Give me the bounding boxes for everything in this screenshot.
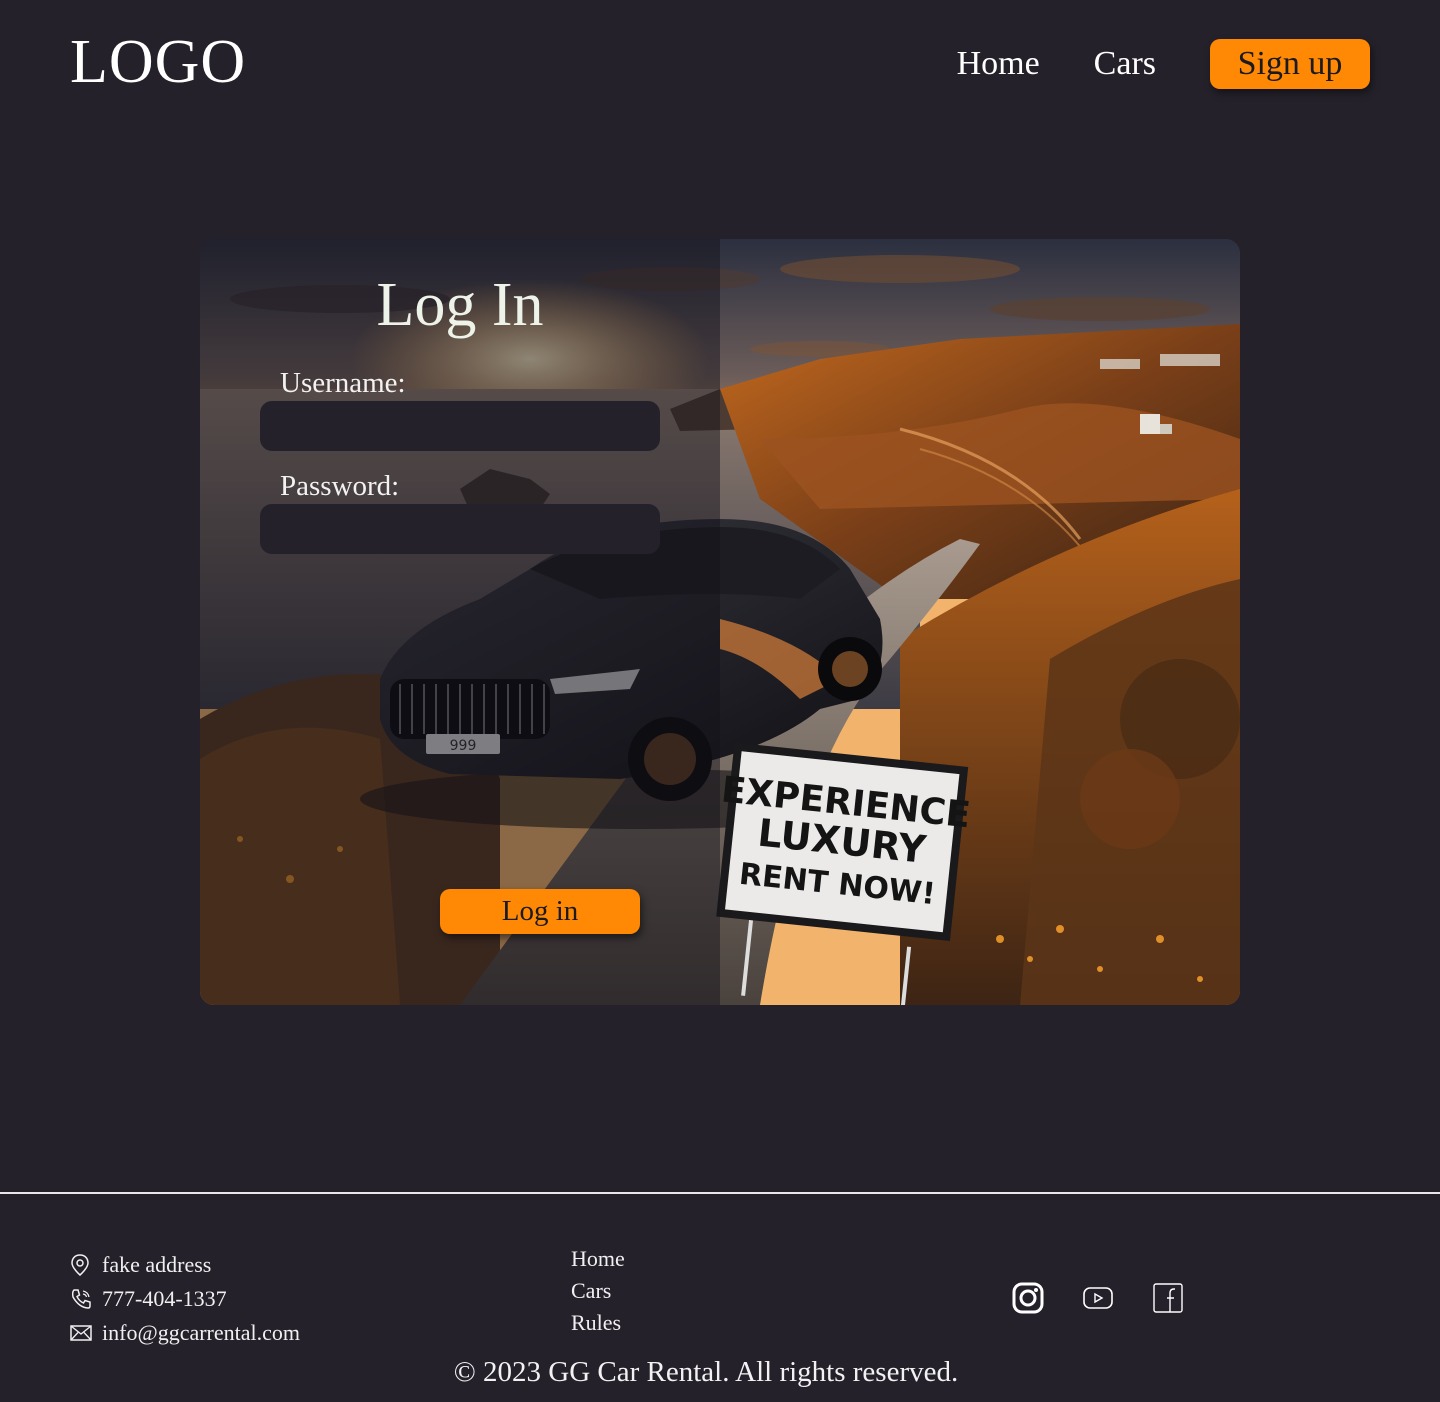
facebook-icon[interactable]: [1151, 1281, 1185, 1315]
footer-link-cars[interactable]: Cars: [571, 1275, 625, 1307]
phone-icon: [70, 1288, 102, 1310]
login-title: Log In: [376, 271, 544, 339]
address-text: fake address: [102, 1252, 212, 1277]
contact-address: fake address: [70, 1248, 300, 1282]
logo[interactable]: LOGO: [70, 26, 246, 98]
copyright: © 2023 GG Car Rental. All rights reserve…: [453, 1356, 959, 1388]
login-form: Log In Username: Password: Log in: [200, 239, 720, 1005]
mail-icon: [70, 1325, 102, 1341]
password-input[interactable]: [260, 504, 660, 554]
instagram-icon[interactable]: [1011, 1281, 1045, 1315]
main-nav: Home Cars Sign up: [957, 39, 1370, 89]
contact-email: info@ggcarrental.com: [70, 1316, 300, 1350]
phone-text: 777-404-1337: [102, 1286, 227, 1311]
social-links: [1011, 1281, 1221, 1315]
footer-link-home[interactable]: Home: [571, 1243, 625, 1275]
username-label: Username:: [280, 367, 406, 399]
contact-phone: 777-404-1337: [70, 1282, 300, 1316]
nav-home-link[interactable]: Home: [957, 45, 1040, 83]
location-pin-icon: [70, 1254, 102, 1276]
footer-contact: fake address 777-404-1337 info@ggcarrent…: [70, 1248, 300, 1350]
footer-links: Home Cars Rules: [571, 1243, 625, 1339]
login-card: 999 EXPERIENCE LUXURY RENT NOW! Log In U…: [200, 239, 1240, 1005]
nav-cars-link[interactable]: Cars: [1094, 45, 1156, 83]
footer-divider: [0, 1192, 1440, 1194]
signup-button[interactable]: Sign up: [1210, 39, 1370, 89]
username-input[interactable]: [260, 401, 660, 451]
password-label: Password:: [280, 470, 400, 502]
youtube-icon[interactable]: [1081, 1281, 1115, 1315]
login-button[interactable]: Log in: [440, 889, 640, 934]
email-text[interactable]: info@ggcarrental.com: [102, 1320, 300, 1346]
footer-link-rules[interactable]: Rules: [571, 1307, 625, 1339]
